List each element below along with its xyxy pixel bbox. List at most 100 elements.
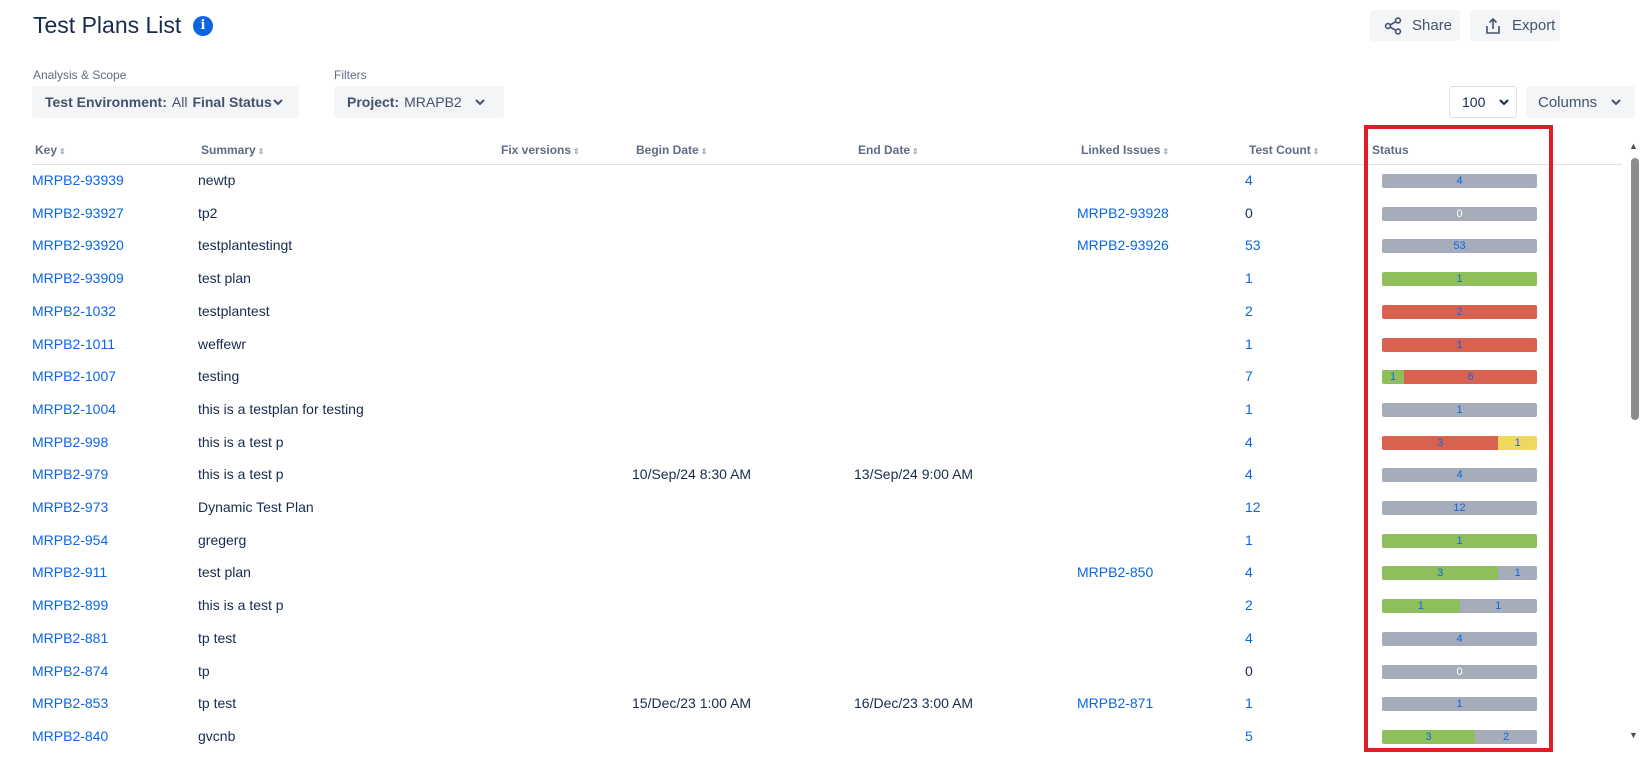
test-count-cell[interactable]: 4	[1245, 564, 1253, 580]
summary-cell: weffewr	[198, 335, 246, 352]
linked-issue-link[interactable]: MRPB2-871	[1077, 695, 1153, 711]
header-label: Summary	[201, 143, 256, 157]
analysis-value: All	[171, 94, 188, 110]
table-row: MRPB2-93909 test plan 1 1	[0, 270, 1600, 303]
test-count-cell[interactable]: 4	[1245, 630, 1253, 646]
export-button[interactable]: Export	[1470, 10, 1560, 41]
test-count-cell[interactable]: 53	[1245, 237, 1261, 253]
sort-icon: ⇕	[1162, 147, 1170, 156]
chevron-down-icon	[273, 99, 283, 106]
issue-key-link[interactable]: MRPB2-911	[32, 564, 107, 580]
issue-key-link[interactable]: MRPB2-1011	[32, 336, 115, 352]
test-count-cell[interactable]: 1	[1245, 695, 1253, 711]
table-row: MRPB2-911 test plan MRPB2-850 4 3 1	[0, 564, 1600, 597]
test-count-cell: 0	[1245, 204, 1253, 221]
test-count-cell[interactable]: 1	[1245, 270, 1253, 286]
end-date-cell: 13/Sep/24 9:00 AM	[854, 466, 974, 483]
test-count-cell[interactable]: 4	[1245, 172, 1253, 188]
summary-cell: tp	[198, 662, 210, 679]
test-count-cell[interactable]: 1	[1245, 401, 1253, 417]
analysis-extra: Final Status	[192, 94, 272, 110]
status-column-highlight	[1364, 125, 1553, 752]
issue-key-link[interactable]: MRPB2-1004	[32, 401, 116, 417]
summary-cell: tp2	[198, 204, 218, 221]
summary-cell: this is a test p	[198, 466, 284, 483]
header-label: Begin Date	[636, 143, 699, 157]
begin-date-cell: 15/Dec/23 1:00 AM	[632, 695, 752, 712]
chevron-down-icon	[1499, 99, 1509, 106]
column-header-summary[interactable]: Summary ⇕	[201, 143, 264, 157]
test-count-cell[interactable]: 1	[1245, 336, 1253, 352]
begin-date-cell: 10/Sep/24 8:30 AM	[632, 466, 752, 483]
test-count-cell[interactable]: 5	[1245, 728, 1253, 744]
issue-key-link[interactable]: MRPB2-1007	[32, 368, 116, 384]
issue-key-link[interactable]: MRPB2-998	[32, 434, 108, 450]
chevron-down-icon	[475, 99, 485, 106]
filters-label: Filters	[334, 68, 367, 82]
table-row: MRPB2-93939 newtp 4 4	[0, 172, 1600, 205]
table-row: MRPB2-93927 tp2 MRPB2-93928 0 0	[0, 205, 1600, 238]
analysis-scope-dropdown[interactable]: Test Environment: All Final Status	[32, 86, 299, 118]
end-date-cell: 16/Dec/23 3:00 AM	[854, 695, 974, 712]
analysis-scope-label: Analysis & Scope	[33, 68, 127, 82]
issue-key-link[interactable]: MRPB2-954	[32, 532, 108, 548]
issue-key-link[interactable]: MRPB2-881	[32, 630, 108, 646]
table-row: MRPB2-1032 testplantest 2 2	[0, 303, 1600, 336]
per-page-select[interactable]: 100	[1449, 86, 1517, 118]
issue-key-link[interactable]: MRPB2-93909	[32, 270, 124, 286]
issue-key-link[interactable]: MRPB2-93939	[32, 172, 124, 188]
test-count-cell[interactable]: 7	[1245, 368, 1253, 384]
table-row: MRPB2-998 this is a test p431	[0, 434, 1600, 467]
linked-issue-link[interactable]: MRPB2-93926	[1077, 237, 1169, 253]
issue-key-link[interactable]: MRPB2-1032	[32, 303, 116, 319]
sort-icon: ⇕	[257, 147, 265, 156]
column-header-end-date[interactable]: End Date ⇕	[858, 143, 919, 157]
column-header-fix-versions[interactable]: Fix versions ⇕	[501, 143, 580, 157]
test-count-cell[interactable]: 4	[1245, 466, 1253, 482]
header-label: End Date	[858, 143, 911, 157]
columns-label: Columns	[1538, 93, 1598, 111]
summary-cell: tp test	[198, 629, 237, 646]
project-value: MRAPB2	[404, 94, 462, 110]
test-count-cell[interactable]: 4	[1245, 434, 1253, 450]
table-row: MRPB2-874 tp 0 0	[0, 663, 1600, 696]
issue-key-link[interactable]: MRPB2-973	[32, 499, 108, 515]
scrollbar-thumb[interactable]	[1631, 158, 1639, 420]
column-header-key[interactable]: Key ⇕	[35, 143, 66, 157]
issue-key-link[interactable]: MRPB2-899	[32, 597, 108, 613]
issue-key-link[interactable]: MRPB2-840	[32, 728, 108, 744]
scroll-down-arrow[interactable]: ▼	[1629, 730, 1638, 740]
test-count-cell[interactable]: 2	[1245, 597, 1253, 613]
table-row: MRPB2-881 tp test 4 4	[0, 630, 1600, 663]
columns-button[interactable]: Columns	[1526, 86, 1635, 118]
table-row: MRPB2-954 gregerg 1 1	[0, 532, 1600, 565]
issue-key-link[interactable]: MRPB2-874	[32, 663, 108, 679]
summary-cell: testing	[198, 368, 240, 385]
table-row: MRPB2-973 Dynamic Test Plan 12 12	[0, 499, 1600, 532]
project-filter-dropdown[interactable]: Project: MRAPB2	[334, 86, 504, 118]
share-button[interactable]: Share	[1370, 10, 1460, 41]
table-row: MRPB2-1004 this is a testplan for testing…	[0, 401, 1600, 434]
test-count-cell[interactable]: 12	[1245, 499, 1261, 515]
summary-cell: testplantestingt	[198, 237, 293, 254]
test-count-cell[interactable]: 1	[1245, 532, 1253, 548]
linked-issue-link[interactable]: MRPB2-850	[1077, 564, 1153, 580]
table-row: MRPB2-840 gvcnb 5 3 2	[0, 728, 1600, 761]
test-count-cell[interactable]: 2	[1245, 303, 1253, 319]
column-header-test-count[interactable]: Test Count ⇕	[1249, 143, 1319, 157]
summary-cell: this is a testplan for testing	[198, 400, 364, 417]
issue-key-link[interactable]: MRPB2-853	[32, 695, 108, 711]
column-header-linked-issues[interactable]: Linked Issues ⇕	[1081, 143, 1169, 157]
column-header-begin-date[interactable]: Begin Date ⇕	[636, 143, 707, 157]
summary-cell: test plan	[198, 270, 251, 287]
scroll-up-arrow[interactable]: ▲	[1629, 141, 1638, 151]
linked-issue-link[interactable]: MRPB2-93928	[1077, 205, 1169, 221]
summary-cell: this is a test p	[198, 433, 284, 450]
issue-key-link[interactable]: MRPB2-93927	[32, 205, 124, 221]
issue-key-link[interactable]: MRPB2-93920	[32, 237, 124, 253]
per-page-value: 100	[1462, 94, 1486, 110]
info-icon[interactable]: i	[193, 16, 213, 36]
summary-cell: this is a test p	[198, 597, 284, 614]
project-key: Project:	[347, 94, 400, 110]
issue-key-link[interactable]: MRPB2-979	[32, 466, 108, 482]
